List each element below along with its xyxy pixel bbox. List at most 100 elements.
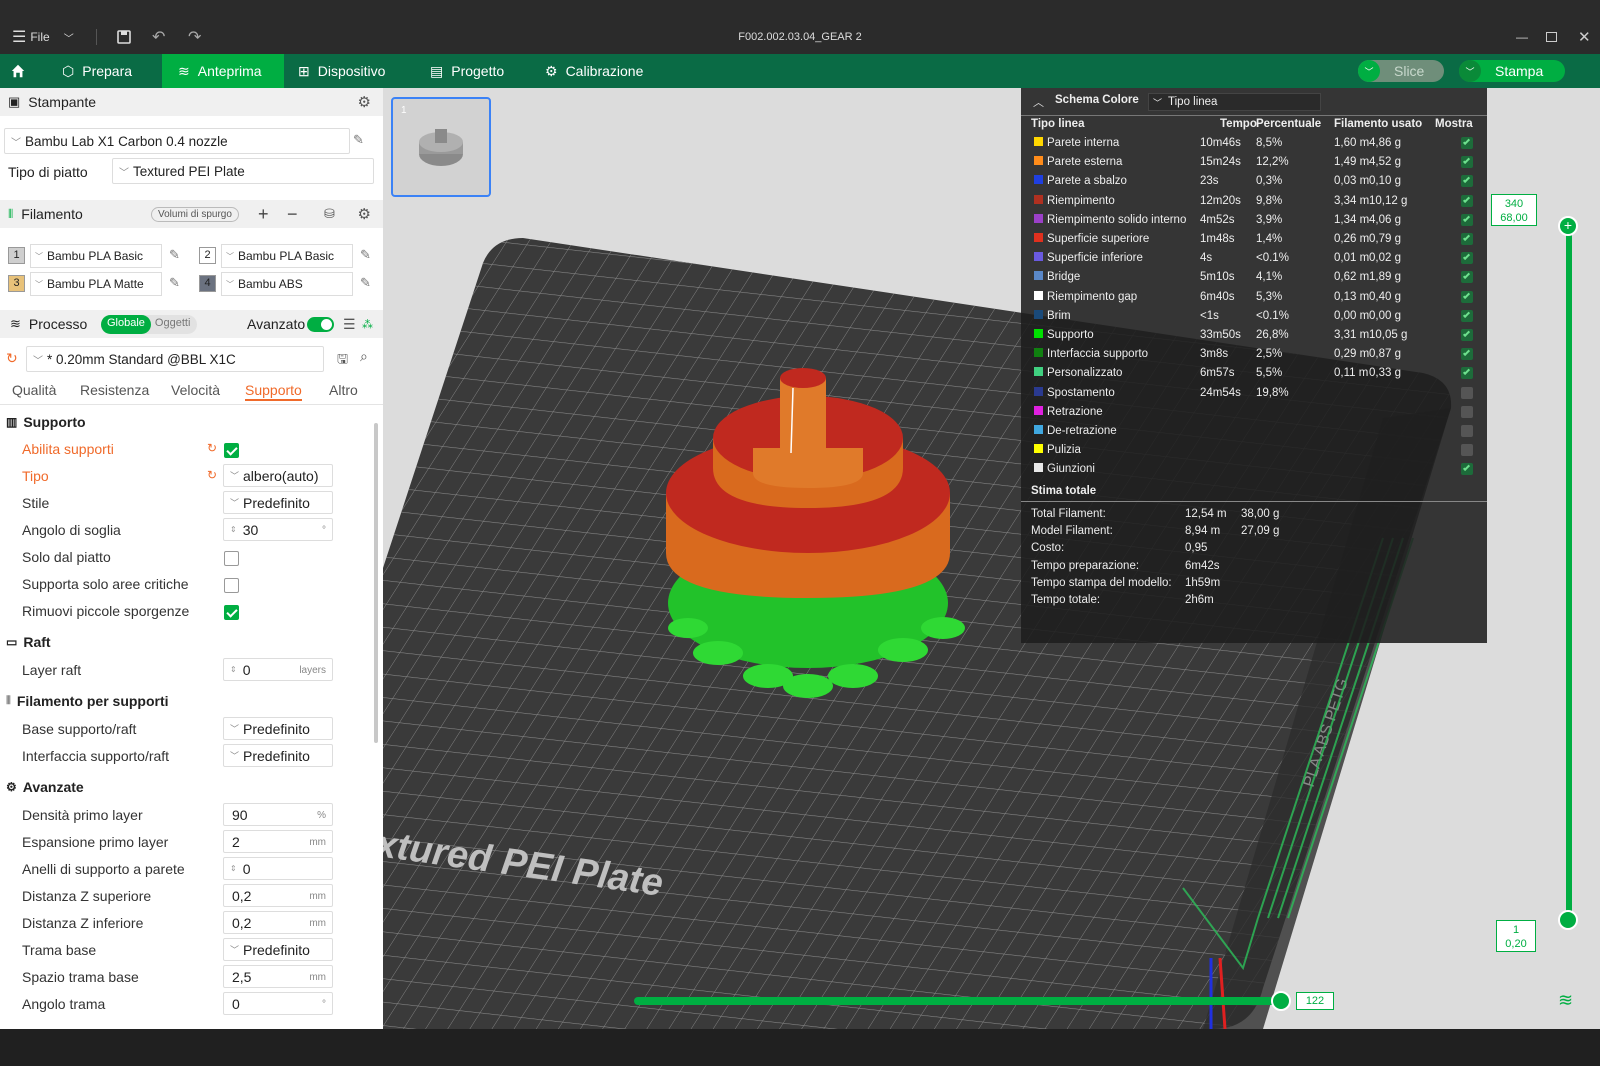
legend-show-checkbox[interactable] (1461, 252, 1473, 265)
layer-slider-top-handle[interactable]: + (1558, 216, 1578, 236)
input-angolo-soglia[interactable]: ⇕ 30 ° (223, 518, 333, 541)
filament-slot[interactable]: 2 ﹀ Bambu PLA Basic ✎ (197, 244, 377, 268)
plate-thumbnail[interactable]: 1 (391, 97, 491, 197)
print-button[interactable]: ﹀ Stampa (1459, 60, 1565, 82)
remove-icon[interactable]: − (287, 204, 298, 225)
checkbox-solo-piatto[interactable] (224, 551, 239, 566)
input-angolo-trama[interactable]: 0 ° (223, 992, 333, 1015)
select-trama[interactable]: ﹀ Predefinito (223, 938, 333, 961)
legend-show-checkbox[interactable] (1461, 137, 1473, 149)
legend-collapse-icon[interactable]: ︿ (1033, 94, 1044, 110)
settings-grid-icon[interactable]: ⁂ (362, 318, 373, 331)
process-profile-select[interactable]: ﹀ * 0.20mm Standard @BBL X1C (26, 346, 324, 372)
legend-row[interactable]: Spostamento 24m54s 19,8% (1021, 385, 1487, 404)
legend-show-checkbox[interactable] (1461, 213, 1473, 226)
input-anelli[interactable]: ⇕ 0 (223, 857, 333, 880)
legend-show-checkbox[interactable] (1461, 425, 1473, 437)
toggle-objects[interactable]: Oggetti (151, 315, 194, 334)
legend-show-checkbox[interactable] (1461, 367, 1473, 380)
input-dist-inf[interactable]: 0,2 mm (223, 911, 333, 934)
slice-button[interactable]: ﹀ Slice (1358, 60, 1444, 82)
input-spazio[interactable]: 2,5 mm (223, 965, 333, 988)
tab-progetto[interactable]: ▤ Progetto (420, 54, 530, 88)
edit-icon[interactable]: ✎ (353, 132, 364, 148)
stepper-icon[interactable]: ⇕ (230, 525, 237, 534)
edit-icon[interactable]: ✎ (360, 247, 371, 263)
input-espansione[interactable]: 2 mm (223, 830, 333, 853)
select-stile[interactable]: ﹀ Predefinito (223, 491, 333, 514)
tab-calibrazione[interactable]: ⚙ Calibrazione (535, 54, 660, 88)
process-tab[interactable]: Altro (329, 382, 358, 398)
filament-slot[interactable]: 3 ﹀ Bambu PLA Matte ✎ (6, 272, 186, 296)
layer-slider-vertical[interactable] (1566, 228, 1572, 918)
process-scope-toggle[interactable]: Globale Oggetti (101, 314, 197, 334)
process-tab[interactable]: Supporto (245, 382, 302, 401)
undo-icon[interactable]: ↶ (152, 20, 165, 54)
filament-slot[interactable]: 1 ﹀ Bambu PLA Basic ✎ (6, 244, 186, 268)
stepper-icon[interactable]: ⇕ (230, 864, 237, 873)
legend-show-checkbox[interactable] (1461, 156, 1473, 169)
input-densita[interactable]: 90% (223, 803, 333, 826)
minimize-icon[interactable]: — (1516, 20, 1528, 54)
legend-show-checkbox[interactable] (1461, 386, 1473, 399)
reset-icon[interactable]: ↻ (207, 468, 217, 482)
edit-icon[interactable]: ✎ (169, 275, 180, 291)
legend-row[interactable]: Riempimento gap 6m40s 5,3% 0,13 m 0,40 g (1021, 289, 1487, 308)
legend-row[interactable]: Personalizzato 6m57s 5,5% 0,11 m 0,33 g (1021, 365, 1487, 384)
maximize-icon[interactable] (1546, 20, 1557, 54)
redo-icon[interactable]: ↷ (188, 20, 201, 54)
legend-show-checkbox[interactable] (1461, 309, 1473, 322)
move-slider-handle[interactable] (1271, 991, 1291, 1011)
legend-row[interactable]: Bridge 5m10s 4,1% 0,62 m 1,89 g (1021, 269, 1487, 288)
filament-select[interactable]: ﹀ Bambu ABS (221, 272, 353, 296)
legend-show-checkbox[interactable] (1461, 444, 1473, 457)
close-icon[interactable]: ✕ (1578, 20, 1591, 54)
layers-toggle-icon[interactable]: ≋ (1558, 990, 1573, 1011)
legend-row[interactable]: Parete a sbalzo 23s 0,3% 0,03 m 0,10 g (1021, 173, 1487, 192)
tab-prepara[interactable]: ⬡ Prepara (52, 54, 156, 88)
legend-row[interactable]: Parete interna 10m46s 8,5% 1,60 m 4,86 g (1021, 135, 1487, 154)
sync-icon[interactable]: ⛁ (324, 206, 335, 222)
search-icon[interactable]: ⌕ (360, 348, 368, 365)
move-slider-horizontal[interactable] (634, 997, 1281, 1005)
add-icon[interactable]: + (258, 204, 269, 225)
save-preset-icon[interactable]: 🖫 (337, 350, 348, 372)
select-base-supporto[interactable]: ﹀ Predefinito (223, 717, 333, 740)
legend-show-checkbox[interactable] (1461, 175, 1473, 188)
tab-dispositivo[interactable]: ⊞ Dispositivo (288, 54, 408, 88)
process-tab[interactable]: Qualità (12, 382, 56, 398)
select-interfaccia-supporto[interactable]: ﹀ Predefinito (223, 744, 333, 767)
layer-slider-bottom-handle[interactable] (1558, 910, 1578, 930)
legend-mode-select[interactable]: ﹀ Tipo linea (1148, 93, 1321, 111)
legend-show-checkbox[interactable] (1461, 348, 1473, 361)
gear-icon[interactable]: ⚙ (358, 93, 371, 111)
plate-type-select[interactable]: ﹀ Textured PEI Plate (112, 158, 374, 184)
checkbox-abilita-supporti[interactable] (224, 443, 239, 458)
legend-show-checkbox[interactable] (1461, 194, 1473, 207)
legend-row[interactable]: Parete esterna 15m24s 12,2% 1,49 m 4,52 g (1021, 154, 1487, 173)
filament-select[interactable]: ﹀ Bambu PLA Matte (30, 272, 162, 296)
home-icon[interactable] (0, 54, 36, 88)
select-tipo[interactable]: ﹀ albero(auto) (223, 464, 333, 487)
edit-icon[interactable]: ✎ (360, 275, 371, 291)
legend-show-checkbox[interactable] (1461, 329, 1473, 341)
legend-show-checkbox[interactable] (1461, 233, 1473, 245)
save-icon[interactable] (116, 20, 132, 54)
legend-row[interactable]: Retrazione (1021, 404, 1487, 423)
legend-row[interactable]: Riempimento solido interno 4m52s 3,9% 1,34 … (1021, 212, 1487, 231)
legend-row[interactable]: Interfaccia supporto 3m8s 2,5% 0,29 m 0,87 g (1021, 346, 1487, 365)
stepper-icon[interactable]: ⇕ (230, 665, 237, 674)
edit-icon[interactable]: ✎ (169, 247, 180, 263)
filament-slot[interactable]: 4 ﹀ Bambu ABS ✎ (197, 272, 377, 296)
input-dist-sup[interactable]: 0,2 mm (223, 884, 333, 907)
legend-show-checkbox[interactable] (1461, 271, 1473, 284)
legend-show-checkbox[interactable] (1461, 290, 1473, 303)
toggle-global[interactable]: Globale (101, 314, 151, 334)
advanced-toggle[interactable] (307, 316, 334, 332)
legend-row[interactable]: De-retrazione (1021, 423, 1487, 442)
printer-select[interactable]: ﹀ Bambu Lab X1 Carbon 0.4 nozzle (4, 128, 350, 154)
checkbox-rimuovi[interactable] (224, 605, 239, 620)
panel-scrollbar[interactable] (374, 423, 378, 743)
reset-icon[interactable]: ↻ (207, 441, 217, 455)
reset-icon[interactable]: ↻ (6, 350, 18, 367)
